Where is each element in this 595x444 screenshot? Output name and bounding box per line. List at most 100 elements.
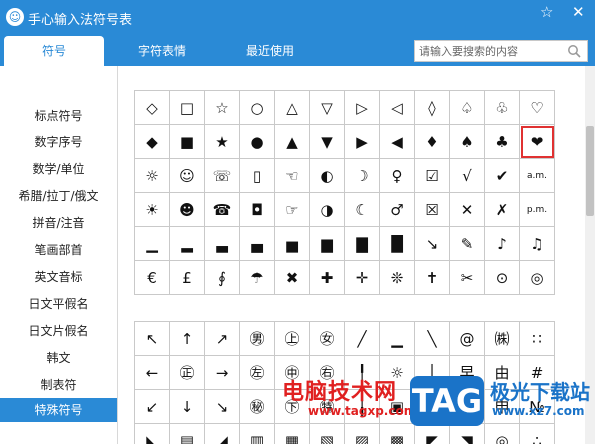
scrollbar-thumb[interactable] bbox=[586, 126, 594, 216]
symbol-cell[interactable]: ▶ bbox=[344, 124, 380, 159]
symbol-cell[interactable]: ♪ bbox=[484, 226, 520, 261]
symbol-cell[interactable]: ♧ bbox=[484, 90, 520, 125]
search-icon[interactable] bbox=[567, 44, 581, 58]
symbol-cell[interactable]: £ bbox=[169, 260, 205, 295]
symbol-cell[interactable]: ♦ bbox=[414, 124, 450, 159]
symbol-cell[interactable]: ♣ bbox=[484, 124, 520, 159]
symbol-cell[interactable]: ☀ bbox=[134, 192, 170, 227]
symbol-cell[interactable]: ㊚ bbox=[239, 321, 275, 356]
tab-recent[interactable]: 最近使用 bbox=[222, 36, 318, 66]
symbol-cell[interactable]: ◐ bbox=[309, 158, 345, 193]
symbol-cell[interactable]: ✂ bbox=[449, 260, 485, 295]
symbol-cell[interactable]: ↙ bbox=[134, 389, 170, 424]
symbol-cell[interactable]: ◀ bbox=[379, 124, 415, 159]
symbol-cell[interactable]: ◣ bbox=[134, 423, 170, 444]
symbol-cell[interactable]: ▄ bbox=[239, 226, 275, 261]
symbol-cell[interactable]: ✝ bbox=[414, 260, 450, 295]
symbol-cell[interactable]: ❊ bbox=[379, 260, 415, 295]
symbol-cell[interactable]: ☽ bbox=[344, 158, 380, 193]
symbol-cell[interactable]: ▤ bbox=[169, 423, 205, 444]
symbol-cell[interactable]: ⊙ bbox=[484, 260, 520, 295]
symbol-cell[interactable]: @ bbox=[449, 321, 485, 356]
symbol-cell[interactable]: ╲ bbox=[414, 321, 450, 356]
symbol-cell[interactable]: ↘ bbox=[414, 226, 450, 261]
search-input[interactable] bbox=[415, 41, 565, 61]
symbol-cell[interactable]: ❤ bbox=[519, 124, 555, 159]
symbol-cell[interactable]: ▇ bbox=[344, 226, 380, 261]
symbol-cell[interactable]: ↖ bbox=[134, 321, 170, 356]
symbol-cell[interactable]: ✛ bbox=[344, 260, 380, 295]
symbol-cell[interactable]: ㊧ bbox=[239, 355, 275, 390]
symbol-cell[interactable]: ▆ bbox=[309, 226, 345, 261]
symbol-cell[interactable]: ★ bbox=[204, 124, 240, 159]
symbol-cell[interactable]: ▁ bbox=[379, 321, 415, 356]
sidebar-item-numbers[interactable]: 数字序号 bbox=[0, 130, 117, 154]
symbol-cell[interactable]: ㊛ bbox=[309, 321, 345, 356]
sidebar-item-greek-latin-russian[interactable]: 希腊/拉丁/俄文 bbox=[0, 184, 117, 208]
symbol-cell[interactable]: ◁ bbox=[379, 90, 415, 125]
symbol-cell[interactable]: ㊤ bbox=[274, 321, 310, 356]
symbol-cell[interactable]: ☒ bbox=[414, 192, 450, 227]
symbol-cell[interactable]: a.m. bbox=[519, 158, 555, 193]
symbol-cell[interactable]: ▥ bbox=[239, 423, 275, 444]
pin-icon[interactable]: ☆ bbox=[540, 3, 553, 21]
symbol-cell[interactable]: ∷ bbox=[519, 321, 555, 356]
symbol-cell[interactable]: ♂ bbox=[379, 192, 415, 227]
symbol-cell[interactable]: ◢ bbox=[204, 423, 240, 444]
symbol-cell[interactable]: ↑ bbox=[169, 321, 205, 356]
symbol-cell[interactable]: ↓ bbox=[169, 389, 205, 424]
sidebar-item-box-drawing[interactable]: 制表符 bbox=[0, 373, 117, 397]
symbol-cell[interactable]: ▼ bbox=[309, 124, 345, 159]
symbol-cell[interactable]: ♀ bbox=[379, 158, 415, 193]
symbol-cell[interactable]: p.m. bbox=[519, 192, 555, 227]
symbol-cell[interactable]: € bbox=[134, 260, 170, 295]
symbol-cell[interactable]: ☜ bbox=[274, 158, 310, 193]
symbol-cell[interactable]: ○ bbox=[239, 90, 275, 125]
symbol-cell[interactable]: ▯ bbox=[239, 158, 275, 193]
sidebar-item-pinyin[interactable]: 拼音/注音 bbox=[0, 211, 117, 235]
sidebar-item-korean[interactable]: 韩文 bbox=[0, 346, 117, 370]
sidebar-item-special-symbols[interactable]: 特殊符号 bbox=[0, 398, 117, 422]
symbol-cell[interactable]: ☼ bbox=[134, 158, 170, 193]
symbol-cell[interactable]: ▃ bbox=[204, 226, 240, 261]
symbol-cell[interactable]: ♠ bbox=[449, 124, 485, 159]
symbol-cell[interactable]: ↗ bbox=[204, 321, 240, 356]
sidebar-item-punctuation[interactable]: 标点符号 bbox=[0, 104, 117, 128]
symbol-cell[interactable]: ✎ bbox=[449, 226, 485, 261]
symbol-cell[interactable]: ▁ bbox=[134, 226, 170, 261]
symbol-cell[interactable]: ◇ bbox=[134, 90, 170, 125]
symbol-cell[interactable]: ☆ bbox=[204, 90, 240, 125]
tab-symbols[interactable]: 符号 bbox=[4, 36, 104, 66]
close-icon[interactable]: ✕ bbox=[572, 3, 585, 21]
symbol-cell[interactable]: ▽ bbox=[309, 90, 345, 125]
symbol-cell[interactable]: ∮ bbox=[204, 260, 240, 295]
symbol-cell[interactable]: ▲ bbox=[274, 124, 310, 159]
symbol-cell[interactable]: ╱ bbox=[344, 321, 380, 356]
symbol-cell[interactable]: ◆ bbox=[134, 124, 170, 159]
symbol-cell[interactable]: ◑ bbox=[309, 192, 345, 227]
symbol-cell[interactable]: ✔ bbox=[484, 158, 520, 193]
symbol-cell[interactable]: ☑ bbox=[414, 158, 450, 193]
symbol-cell[interactable]: ◎ bbox=[519, 260, 555, 295]
symbol-cell[interactable]: ♡ bbox=[519, 90, 555, 125]
symbol-cell[interactable]: ↘ bbox=[204, 389, 240, 424]
symbol-cell[interactable]: ㈱ bbox=[484, 321, 520, 356]
symbol-cell[interactable]: ✕ bbox=[449, 192, 485, 227]
symbol-cell[interactable]: ✚ bbox=[309, 260, 345, 295]
sidebar-item-hiragana[interactable]: 日文平假名 bbox=[0, 292, 117, 316]
symbol-cell[interactable]: ㊣ bbox=[169, 355, 205, 390]
symbol-cell[interactable]: ✖ bbox=[274, 260, 310, 295]
symbol-cell[interactable]: ♤ bbox=[449, 90, 485, 125]
symbol-cell[interactable]: ☞ bbox=[274, 192, 310, 227]
symbol-cell[interactable]: ☺ bbox=[169, 158, 205, 193]
symbol-cell[interactable]: ☻ bbox=[169, 192, 205, 227]
symbol-cell[interactable]: ▂ bbox=[169, 226, 205, 261]
symbol-cell[interactable]: √ bbox=[449, 158, 485, 193]
sidebar-item-strokes[interactable]: 笔画部首 bbox=[0, 238, 117, 262]
symbol-cell[interactable]: ㊙ bbox=[239, 389, 275, 424]
sidebar-item-katakana[interactable]: 日文片假名 bbox=[0, 319, 117, 343]
symbol-cell[interactable]: ☾ bbox=[344, 192, 380, 227]
symbol-cell[interactable]: ● bbox=[239, 124, 275, 159]
symbol-cell[interactable]: ♫ bbox=[519, 226, 555, 261]
tab-emoticons[interactable]: 字符表情 bbox=[114, 36, 210, 66]
